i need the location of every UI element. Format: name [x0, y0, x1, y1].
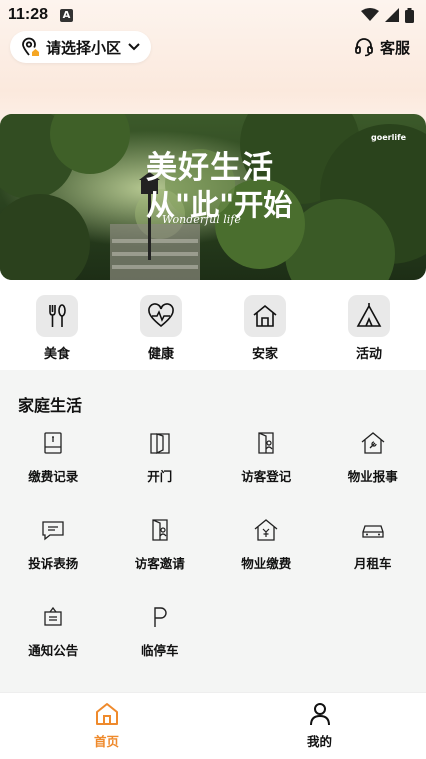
grid-item-temp-parking[interactable]: 临停车: [107, 604, 214, 691]
grid-item-property-fee[interactable]: 物业缴费: [213, 517, 320, 604]
chevron-down-icon: [128, 43, 140, 51]
grid-item-label: 物业报事: [347, 469, 398, 484]
grid-item-property-report[interactable]: 物业报事: [320, 430, 426, 517]
grid-item-label: 通知公告: [28, 643, 79, 658]
notification-app-icon: A: [60, 8, 74, 22]
banner-slogan-line3: Wonderful life: [162, 213, 241, 226]
customer-service-button[interactable]: 客服: [354, 37, 416, 58]
grid-item-label: 访客邀请: [134, 556, 185, 571]
category-home-box: [244, 295, 286, 337]
banner[interactable]: 美好生活 从"此"开始 Wonderful life goerlife: [0, 114, 426, 280]
tab-home-label: 首页: [93, 734, 119, 749]
section-title: 家庭生活: [18, 396, 83, 415]
category-activity-label: 活动: [355, 347, 382, 362]
tab-home[interactable]: 首页: [0, 693, 213, 759]
home-life-grid: 缴费记录 开门 访客登记 物业报事 投诉表扬 访客邀请 物业缴费 月租车 通知公…: [0, 430, 426, 691]
home-life-section: 家庭生活 缴费记录 开门 访客登记 物业报事 投诉表扬 访客邀请 物业缴费 月租…: [0, 370, 426, 692]
grid-item-label: 月租车: [353, 556, 392, 571]
grid-item-complaint[interactable]: 投诉表扬: [0, 517, 107, 604]
property-report-icon: [361, 432, 385, 454]
wifi-icon: [361, 8, 379, 21]
top-header: 请选择小区 客服: [10, 30, 416, 64]
banner-slogan-line1: 美好生活: [146, 150, 274, 186]
parking-icon: [154, 607, 167, 627]
headset-icon: [355, 38, 373, 57]
grid-item-label: 访客登记: [241, 469, 292, 484]
tent-icon: [356, 303, 382, 327]
grid-item-visitor-register[interactable]: 访客登记: [213, 430, 320, 517]
property-fee-icon: [254, 519, 278, 541]
tab-mine[interactable]: 我的: [213, 693, 426, 759]
grid-item-notice[interactable]: 通知公告: [0, 604, 107, 691]
grid-item-label: 开门: [147, 469, 173, 484]
car-icon: [362, 525, 384, 538]
location-home-icon: [22, 37, 39, 56]
category-activity-box: [348, 295, 390, 337]
bottom-tab-bar: 首页 我的: [0, 692, 426, 759]
grid-item-label: 临停车: [140, 643, 179, 658]
bill-record-icon: [44, 432, 62, 454]
visitor-invite-icon: [152, 519, 168, 541]
battery-icon: [405, 7, 414, 23]
community-selector[interactable]: 请选择小区: [10, 31, 152, 63]
notice-icon: [44, 606, 62, 626]
category-food-label: 美食: [43, 347, 70, 362]
status-time: 11:28: [8, 6, 49, 23]
status-bar: 11:28 A: [0, 0, 426, 30]
grid-item-bill-record[interactable]: 缴费记录: [0, 430, 107, 517]
category-home[interactable]: 安家: [220, 290, 310, 370]
utensils-icon: [49, 304, 66, 327]
community-placeholder: 请选择小区: [46, 38, 122, 57]
grid-item-monthly-car[interactable]: 月租车: [320, 517, 426, 604]
person-icon: [309, 703, 330, 726]
category-row: 美食 健康 安家 活动: [0, 290, 426, 370]
complaint-icon: [42, 521, 64, 541]
visitor-register-icon: [258, 432, 274, 454]
category-health[interactable]: 健康: [116, 290, 206, 370]
door-open-icon: [150, 433, 170, 455]
tab-mine-label: 我的: [306, 734, 332, 749]
grid-item-label: 缴费记录: [28, 469, 79, 484]
grid-item-door-open[interactable]: 开门: [107, 430, 214, 517]
signal-icon: [385, 8, 399, 22]
grid-item-label: 投诉表扬: [28, 556, 79, 571]
category-food[interactable]: 美食: [12, 290, 102, 370]
category-home-label: 安家: [251, 347, 278, 362]
category-health-label: 健康: [147, 347, 174, 362]
home-icon: [95, 703, 118, 725]
customer-service-label: 客服: [379, 38, 410, 57]
grid-item-visitor-invite[interactable]: 访客邀请: [107, 517, 214, 604]
heart-pulse-icon: [148, 303, 174, 328]
house-icon: [253, 304, 277, 327]
category-health-box: [140, 295, 182, 337]
category-activity[interactable]: 活动: [324, 290, 414, 370]
category-food-box: [36, 295, 78, 337]
banner-brand-logo: goerlife: [371, 133, 406, 142]
grid-item-label: 物业缴费: [241, 556, 292, 571]
